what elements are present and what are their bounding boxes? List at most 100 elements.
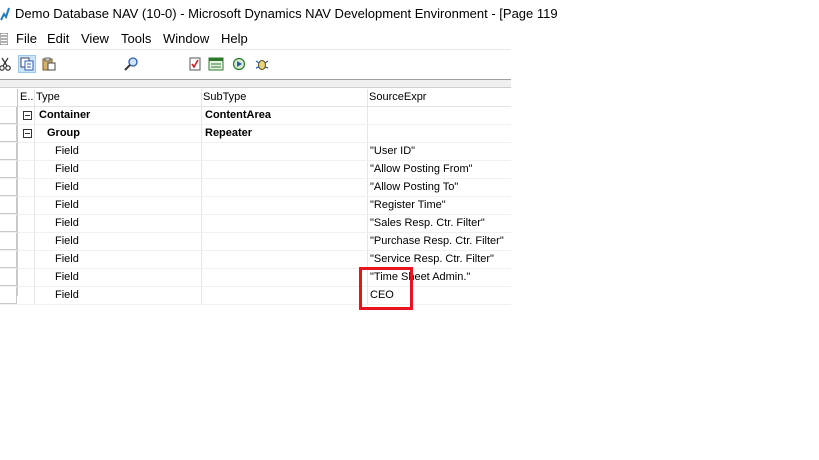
cell-type[interactable]: Field	[55, 181, 79, 193]
column-divider	[201, 143, 202, 160]
column-divider	[34, 287, 35, 304]
column-divider	[34, 161, 35, 178]
paste-icon	[42, 57, 56, 71]
column-divider	[34, 197, 35, 214]
form-button[interactable]	[207, 55, 225, 73]
toolbar	[0, 50, 511, 78]
collapse-icon[interactable]	[23, 111, 32, 120]
row-selector[interactable]	[0, 107, 17, 124]
column-divider	[201, 233, 202, 250]
table-row[interactable]: Container ContentArea	[0, 107, 511, 125]
menu-bar: File Edit View Tools Window Help	[0, 29, 511, 50]
selector-border	[17, 89, 18, 296]
cell-sourceexpr[interactable]: "Service Resp. Ctr. Filter"	[370, 253, 494, 265]
menu-tools[interactable]: Tools	[121, 31, 151, 46]
cell-type[interactable]: Field	[55, 145, 79, 157]
cell-type[interactable]: Container	[39, 109, 90, 121]
header-expand[interactable]: E..	[20, 91, 33, 103]
scissors-icon	[0, 57, 11, 71]
menu-file[interactable]: File	[16, 31, 37, 46]
cell-sourceexpr[interactable]: "Register Time"	[370, 199, 446, 211]
cell-type[interactable]: Field	[55, 217, 79, 229]
cell-type[interactable]: Group	[47, 127, 80, 139]
column-divider	[201, 251, 202, 268]
column-divider	[34, 125, 35, 142]
column-divider	[201, 197, 202, 214]
row-selector[interactable]	[0, 269, 17, 286]
row-selector[interactable]	[0, 233, 17, 250]
cell-subtype[interactable]: Repeater	[205, 127, 252, 139]
table-row[interactable]: Field "Allow Posting From"	[0, 161, 511, 179]
table-row[interactable]: Field "Sales Resp. Ctr. Filter"	[0, 215, 511, 233]
menu-window[interactable]: Window	[163, 31, 209, 46]
cell-sourceexpr[interactable]: "Allow Posting From"	[370, 163, 473, 175]
collapse-icon[interactable]	[23, 129, 32, 138]
cell-type[interactable]: Field	[55, 253, 79, 265]
paste-button[interactable]	[40, 55, 58, 73]
column-divider	[34, 107, 35, 124]
header-type[interactable]: Type	[36, 91, 60, 103]
table-row[interactable]: Field "Time Sheet Admin."	[0, 269, 511, 287]
cell-type[interactable]: Field	[55, 271, 79, 283]
cut-button[interactable]	[0, 55, 14, 73]
header-sourceexpr[interactable]: SourceExpr	[369, 91, 426, 103]
document-icon[interactable]	[0, 33, 8, 45]
table-row[interactable]: Field "Register Time"	[0, 197, 511, 215]
table-row[interactable]: Group Repeater	[0, 125, 511, 143]
title-bar: Demo Database NAV (10-0) - Microsoft Dyn…	[0, 0, 558, 28]
row-selector[interactable]	[0, 125, 17, 142]
highlight-box	[359, 267, 413, 310]
menu-edit[interactable]: Edit	[47, 31, 69, 46]
run-icon	[232, 57, 246, 71]
row-selector[interactable]	[0, 143, 17, 160]
form-icon	[208, 57, 224, 71]
row-selector[interactable]	[0, 251, 17, 268]
column-divider	[34, 143, 35, 160]
column-divider	[201, 107, 202, 124]
cell-sourceexpr[interactable]: "Sales Resp. Ctr. Filter"	[370, 217, 485, 229]
cell-sourceexpr[interactable]: "User ID"	[370, 145, 415, 157]
debug-icon	[255, 60, 269, 70]
table-row[interactable]: Field "User ID"	[0, 143, 511, 161]
window-title: Demo Database NAV (10-0) - Microsoft Dyn…	[15, 6, 558, 21]
column-divider	[201, 179, 202, 196]
compile-button[interactable]	[186, 55, 204, 73]
column-divider	[367, 179, 368, 196]
cell-type[interactable]: Field	[55, 163, 79, 175]
row-selector[interactable]	[0, 287, 17, 304]
row-selector[interactable]	[0, 179, 17, 196]
copy-icon	[20, 57, 34, 71]
column-divider	[34, 251, 35, 268]
row-selector[interactable]	[0, 215, 17, 232]
column-divider	[367, 215, 368, 232]
column-divider	[34, 233, 35, 250]
run-button[interactable]	[230, 55, 248, 73]
menu-help[interactable]: Help	[221, 31, 248, 46]
header-divider	[34, 89, 35, 106]
table-row[interactable]: Field "Service Resp. Ctr. Filter"	[0, 251, 511, 269]
cell-subtype[interactable]: ContentArea	[205, 109, 271, 121]
cell-type[interactable]: Field	[55, 235, 79, 247]
copy-button[interactable]	[18, 55, 36, 73]
table-row[interactable]: Field "Allow Posting To"	[0, 179, 511, 197]
table-row[interactable]: Field CEO	[0, 287, 511, 305]
menu-view[interactable]: View	[81, 31, 109, 46]
header-divider	[367, 89, 368, 106]
find-button[interactable]	[122, 55, 140, 73]
cell-sourceexpr[interactable]: "Purchase Resp. Ctr. Filter"	[370, 235, 504, 247]
column-divider	[201, 215, 202, 232]
column-divider	[34, 269, 35, 286]
column-divider	[201, 269, 202, 286]
row-selector[interactable]	[0, 197, 17, 214]
header-subtype[interactable]: SubType	[203, 91, 246, 103]
nav-app-icon	[0, 6, 10, 22]
debug-button[interactable]	[253, 55, 271, 73]
column-divider	[367, 233, 368, 250]
cell-type[interactable]: Field	[55, 199, 79, 211]
page-designer-grid: E.. Type SubType SourceExpr Container Co…	[0, 89, 511, 305]
cell-sourceexpr[interactable]: "Allow Posting To"	[370, 181, 458, 193]
row-selector[interactable]	[0, 161, 17, 178]
column-divider	[201, 161, 202, 178]
table-row[interactable]: Field "Purchase Resp. Ctr. Filter"	[0, 233, 511, 251]
cell-type[interactable]: Field	[55, 289, 79, 301]
